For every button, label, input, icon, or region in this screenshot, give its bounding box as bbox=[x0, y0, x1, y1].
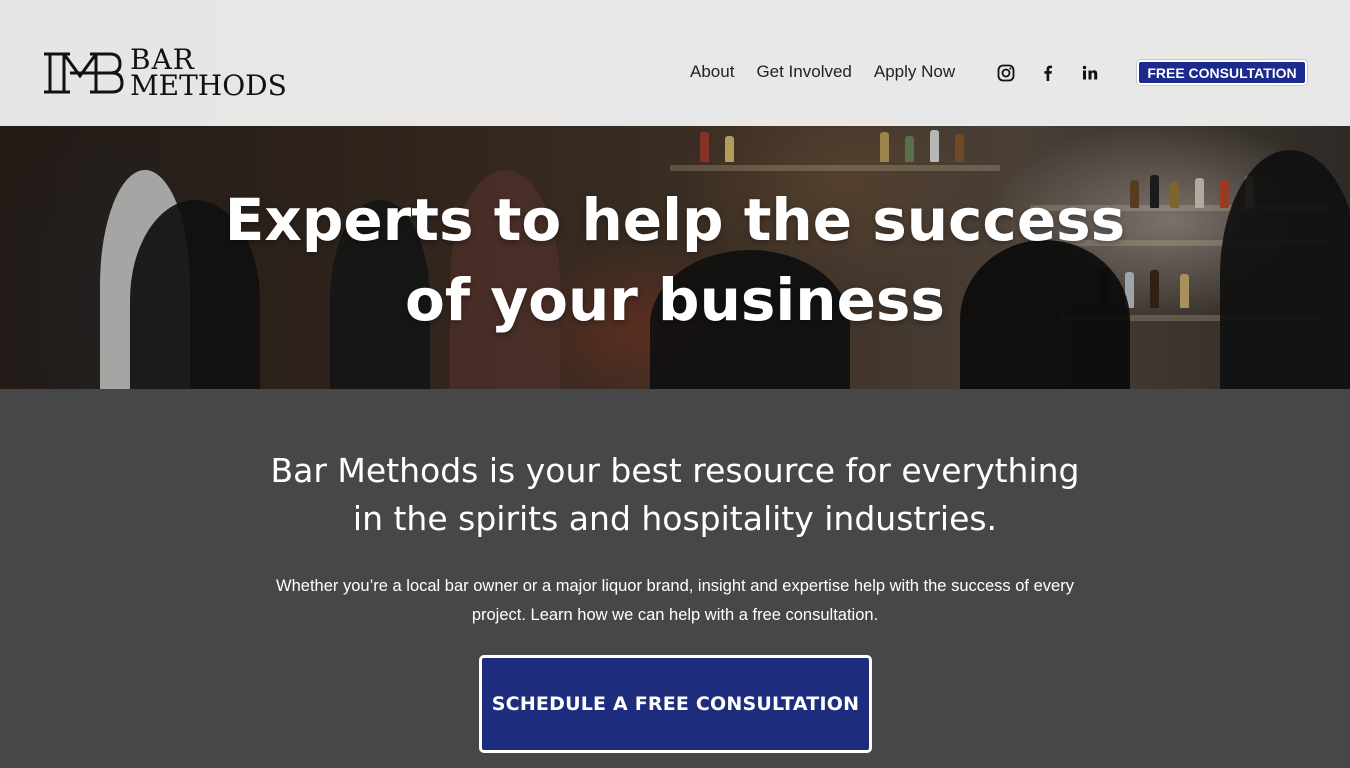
intro-body-text: Whether you’re a local bar owner or a ma… bbox=[235, 572, 1115, 630]
intro-section: Bar Methods is your best resource for ev… bbox=[0, 389, 1350, 768]
hero-title-line1: Experts to help the success bbox=[224, 186, 1126, 254]
social-links bbox=[996, 63, 1100, 83]
logo-wordmark: BAR METHODS bbox=[130, 46, 287, 102]
site-header: BAR METHODS About Get Involved Apply Now… bbox=[0, 0, 1350, 126]
instagram-icon[interactable] bbox=[996, 63, 1016, 83]
logo-word-methods: METHODS bbox=[130, 69, 287, 102]
nav-link-about[interactable]: About bbox=[690, 62, 734, 82]
hero-title: Experts to help the success of your busi… bbox=[0, 180, 1350, 340]
free-consultation-button[interactable]: FREE CONSULTATION bbox=[1137, 60, 1307, 85]
logo[interactable]: BAR METHODS bbox=[40, 44, 300, 102]
intro-headline-line1: Bar Methods is your best resource for ev… bbox=[270, 451, 1080, 490]
logo-monogram-icon bbox=[44, 52, 124, 94]
intro-headline: Bar Methods is your best resource for ev… bbox=[225, 447, 1125, 543]
intro-body-line2: project. Learn how we can help with a fr… bbox=[471, 606, 879, 624]
main-nav: About Get Involved Apply Now bbox=[690, 62, 955, 82]
intro-body-line1: Whether you’re a local bar owner or a ma… bbox=[276, 577, 1074, 595]
hero-title-line2: of your business bbox=[405, 266, 945, 334]
linkedin-icon[interactable] bbox=[1080, 63, 1100, 83]
nav-link-get-involved[interactable]: Get Involved bbox=[756, 62, 851, 82]
intro-headline-line2: in the spirits and hospitality industrie… bbox=[352, 499, 998, 538]
nav-link-apply-now[interactable]: Apply Now bbox=[874, 62, 955, 82]
schedule-consultation-button[interactable]: SCHEDULE A FREE CONSULTATION bbox=[479, 655, 872, 753]
facebook-icon[interactable] bbox=[1038, 63, 1058, 83]
